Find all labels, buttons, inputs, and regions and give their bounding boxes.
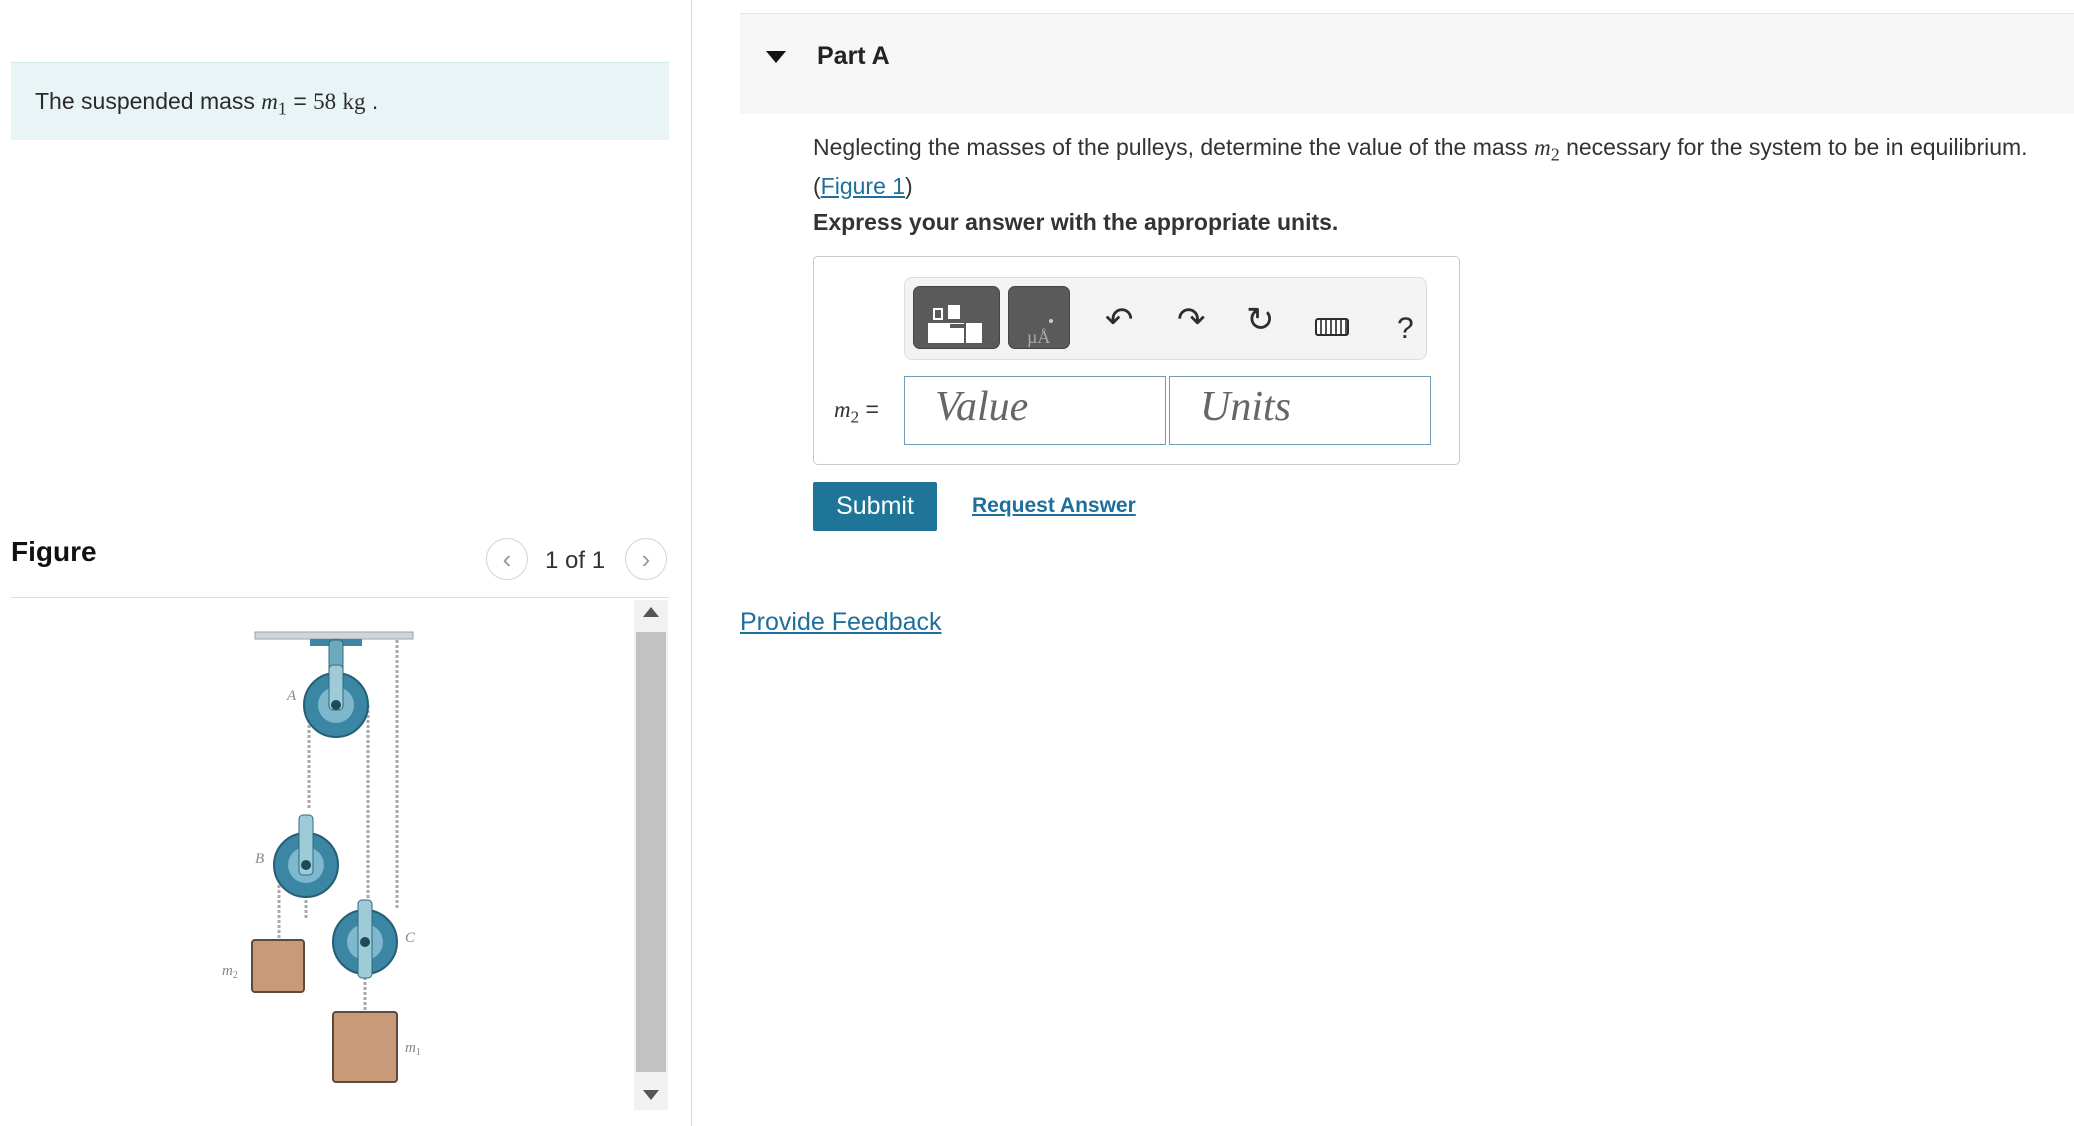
chevron-right-icon: › [641, 543, 651, 574]
answer-variable-label: m2 = [834, 396, 879, 427]
submit-button[interactable]: Submit [813, 482, 937, 531]
pulley-a [303, 639, 369, 738]
figure-title: Figure [11, 536, 97, 567]
svg-text:µÅ: µÅ [1027, 327, 1050, 347]
label-a: A [286, 688, 297, 704]
pulley-system-figure: A B C m2 m1 [222, 631, 421, 1083]
provide-feedback-link[interactable]: Provide Feedback [740, 608, 942, 637]
equals-sign: = [293, 88, 307, 114]
mass-value: 58 [313, 89, 337, 114]
mass-m1-block [332, 1011, 398, 1083]
figure-link[interactable]: Figure 1 [821, 173, 905, 199]
templates-icon [928, 305, 982, 343]
answer-instruction: Express your answer with the appropriate… [813, 209, 1339, 235]
mass-variable: m1 [261, 89, 287, 119]
undo-icon[interactable]: ↶ [1105, 300, 1134, 340]
units-icon: µÅ [1027, 319, 1053, 347]
chevron-left-icon: ‹ [502, 543, 512, 574]
statement-period: . [371, 88, 379, 114]
figure-scrollbar-thumb[interactable] [636, 632, 666, 1072]
units-button[interactable]: µÅ [1008, 286, 1070, 349]
problem-pane: The suspended mass m1 = 58 kg . Figure ‹… [0, 0, 692, 1126]
redo-icon[interactable]: ↷ [1177, 300, 1206, 340]
pulley-b [273, 814, 339, 898]
figure-divider [11, 597, 669, 598]
help-icon[interactable]: ? [1397, 312, 1414, 346]
reset-icon[interactable]: ↻ [1246, 300, 1275, 340]
mass-unit: kg [342, 89, 366, 114]
caret-down-icon[interactable] [766, 51, 786, 63]
next-figure-button[interactable]: › [625, 538, 667, 580]
question-text: Neglecting the masses of the pulleys, de… [813, 134, 2028, 199]
value-input[interactable]: Value [904, 376, 1166, 445]
templates-button[interactable] [913, 286, 1000, 349]
units-input[interactable]: Units [1169, 376, 1431, 445]
figure-pager: 1 of 1 [545, 547, 606, 574]
problem-statement: The suspended mass m1 = 58 kg . [11, 62, 669, 140]
question-variable: m2 [1534, 135, 1560, 165]
previous-figure-button[interactable]: ‹ [486, 538, 528, 580]
part-header[interactable]: Part A [740, 13, 2074, 114]
ceiling-support [254, 631, 414, 640]
label-m1: m1 [405, 1040, 421, 1058]
label-b: B [255, 851, 264, 867]
scroll-up-arrow-icon[interactable] [643, 607, 659, 617]
pulley-c [332, 899, 398, 979]
answer-box: µÅ ↶ ↷ ↻ ? m2 = Value Units [813, 256, 1460, 465]
mass-m2-block [251, 939, 305, 993]
label-c: C [405, 930, 416, 946]
part-title: Part A [817, 42, 890, 70]
label-m2: m2 [222, 963, 238, 981]
keyboard-icon[interactable] [1315, 318, 1349, 336]
statement-text: The suspended mass [35, 88, 255, 114]
math-toolbar: µÅ ↶ ↷ ↻ ? [904, 277, 1427, 360]
request-answer-link[interactable]: Request Answer [972, 494, 1136, 518]
scroll-down-arrow-icon[interactable] [643, 1090, 659, 1100]
